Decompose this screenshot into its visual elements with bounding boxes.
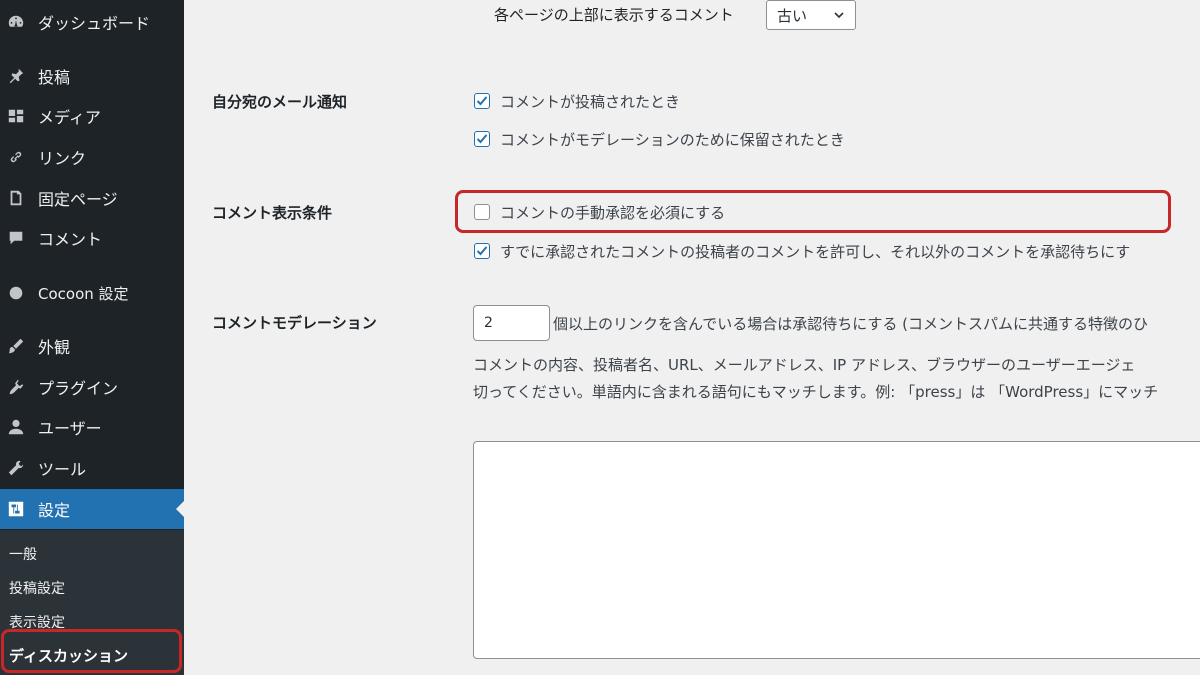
sidebar-item-label: 投稿 [38, 68, 71, 87]
notify-comment-checkbox[interactable] [474, 93, 490, 109]
submenu-item-general[interactable]: 一般 [9, 544, 37, 564]
sidebar-item-label: 固定ページ [38, 190, 118, 209]
sidebar-item-label: ダッシュボード [38, 14, 151, 33]
top-comment-label: 各ページの上部に表示するコメント [494, 6, 734, 24]
sidebar-item-appearance[interactable]: 外観 [0, 326, 184, 366]
display-section-title: コメント表示条件 [212, 204, 333, 222]
moderation-section-title: コメントモデレーション [212, 314, 377, 332]
sidebar-item-label: Cocoon 設定 [38, 284, 129, 303]
select-value: 古い [777, 6, 808, 25]
sidebar-item-tools[interactable]: ツール [0, 448, 184, 488]
comment-order-select[interactable]: 古い [766, 0, 856, 30]
admin-sidebar: ダッシュボード 投稿 メディア リンク 固定ページ コメント Cocoon 設定… [0, 0, 184, 675]
highlight-discussion [1, 629, 182, 673]
link-count-description: 個以上のリンクを含んでいる場合は承認待ちにする (コメントスパムに共通する特徴の… [553, 315, 1149, 333]
checkmark-icon [476, 96, 488, 106]
circle-icon [6, 283, 26, 303]
sidebar-item-plugins[interactable]: プラグイン [0, 367, 184, 407]
comment-icon [6, 228, 26, 248]
checkmark-icon [476, 134, 488, 144]
sidebar-item-links[interactable]: リンク [0, 137, 184, 177]
moderation-help-line2: 切ってください。単語内に含まれる語句にもマッチします。例: 「press」は 「… [473, 383, 1159, 401]
sidebar-item-comments[interactable]: コメント [0, 218, 184, 258]
sidebar-item-dashboard[interactable]: ダッシュボード [0, 2, 184, 42]
sidebar-item-label: プラグイン [38, 379, 119, 398]
wrench-icon [6, 458, 26, 478]
notify-comment-label: コメントが投稿されたとき [500, 93, 681, 111]
sidebar-item-posts[interactable]: 投稿 [0, 56, 184, 96]
notify-moderation-checkbox[interactable] [474, 131, 490, 147]
sidebar-item-users[interactable]: ユーザー [0, 407, 184, 447]
pin-icon [6, 66, 26, 86]
sidebar-item-label: 外観 [38, 338, 71, 357]
sidebar-item-settings[interactable]: 設定 [0, 489, 184, 529]
sidebar-item-label: コメント [38, 230, 103, 249]
page-icon [6, 188, 26, 208]
media-icon [6, 106, 26, 126]
moderation-keys-textarea[interactable] [473, 441, 1200, 659]
active-indicator [176, 501, 184, 517]
notify-moderation-label: コメントがモデレーションのために保留されたとき [500, 131, 845, 149]
email-section-title: 自分宛のメール通知 [212, 93, 348, 111]
link-icon [6, 147, 26, 167]
user-icon [6, 417, 26, 437]
sidebar-item-media[interactable]: メディア [0, 96, 184, 136]
dashboard-icon [6, 12, 26, 32]
brush-icon [6, 336, 26, 356]
chevron-down-icon [834, 12, 844, 19]
moderation-help-line1: コメントの内容、投稿者名、URL、メールアドレス、IP アドレス、ブラウザーのユ… [473, 356, 1136, 374]
sidebar-item-label: リンク [38, 149, 87, 168]
prior-approved-label: すでに承認されたコメントの投稿者のコメントを許可し、それ以外のコメントを承認待ち… [500, 243, 1131, 261]
link-count-input[interactable]: 2 [473, 305, 550, 341]
sidebar-item-pages[interactable]: 固定ページ [0, 178, 184, 218]
highlight-manual-approval [455, 190, 1171, 233]
sidebar-item-label: 設定 [38, 501, 71, 520]
sidebar-item-label: ユーザー [38, 419, 102, 438]
settings-icon [6, 499, 26, 519]
sidebar-item-label: ツール [38, 460, 87, 479]
plugin-icon [6, 377, 26, 397]
checkmark-icon [476, 246, 488, 256]
sidebar-item-label: メディア [38, 108, 101, 127]
sidebar-item-cocoon[interactable]: Cocoon 設定 [0, 273, 184, 313]
submenu-item-writing[interactable]: 投稿設定 [9, 578, 65, 598]
prior-approved-checkbox[interactable] [474, 243, 490, 259]
